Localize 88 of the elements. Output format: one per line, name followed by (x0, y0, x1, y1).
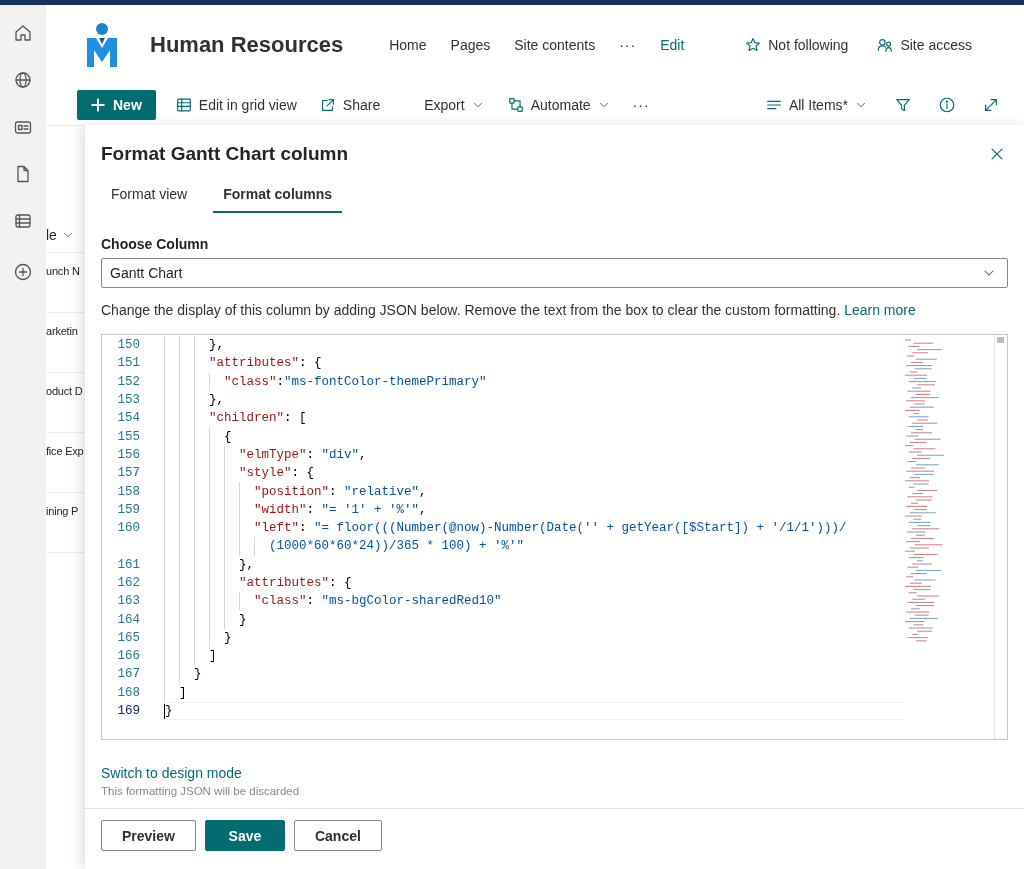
site-logo[interactable] (84, 22, 120, 68)
column-header[interactable]: le (46, 227, 57, 243)
design-mode-link[interactable]: Switch to design mode (101, 765, 1008, 781)
code-line: "left": "= floor(((Number(@now)-Number(Date('' + getYear([$Start]) + '/1/1')))/ (164, 518, 904, 538)
code-line: "attributes": { (164, 354, 904, 373)
more-button[interactable]: ··· (632, 90, 650, 120)
line-number: 155 (116, 429, 140, 444)
code-line: } (164, 665, 904, 684)
add-icon[interactable] (13, 262, 33, 282)
line-number: 153 (116, 393, 140, 408)
home-icon[interactable] (13, 23, 33, 43)
code-line: }, (164, 555, 904, 574)
description-text: Change the display of this column by adding JSON below. Remove the text from the box to clear the custom formatting. Learn more (101, 301, 917, 319)
new-button[interactable]: New (77, 90, 156, 120)
line-number: 161 (116, 557, 140, 572)
line-number: 163 (116, 594, 140, 609)
list-item-title: oduct D (46, 385, 83, 397)
people-icon (876, 36, 895, 54)
nav-link[interactable]: Edit (660, 37, 685, 53)
line-number: 166 (116, 649, 140, 664)
line-number: 164 (116, 612, 140, 627)
automate-button[interactable]: Automate (506, 90, 611, 120)
code-line: }, (164, 390, 904, 410)
nav-link[interactable]: Site contents (514, 37, 596, 53)
discard-note: This formatting JSON will be discarded (101, 785, 301, 797)
code-line: "children": [ (164, 409, 904, 428)
code-line: ] (164, 683, 904, 702)
code-line: { (164, 427, 904, 446)
code-line: ] (164, 647, 904, 666)
nav-link[interactable]: Pages (450, 37, 491, 53)
share-button[interactable]: Share (318, 90, 381, 120)
grid-icon (174, 96, 193, 114)
footer-button[interactable]: Save (204, 820, 285, 851)
list-item-title: unch N (46, 265, 80, 277)
list-icon[interactable] (13, 211, 33, 231)
code-line: }, (164, 336, 904, 355)
export-button[interactable]: Export (424, 90, 485, 120)
line-number: 165 (116, 630, 140, 645)
info-icon (938, 96, 956, 114)
site-title: Human Resources (150, 32, 344, 58)
filter-icon (894, 96, 912, 114)
line-number: 154 (116, 411, 140, 426)
line-number: 168 (116, 685, 140, 700)
line-number: 150 (116, 338, 140, 353)
line-number: 152 (116, 374, 140, 389)
site-access-button[interactable]: Site access (876, 36, 972, 54)
column-dropdown[interactable]: Gantt Chart (101, 258, 1008, 288)
follow-button[interactable]: Not following (744, 36, 849, 54)
code-line: "attributes": { (164, 573, 904, 593)
plus-icon (89, 96, 107, 114)
tab[interactable]: Format columns (213, 180, 343, 213)
line-number: 158 (116, 484, 140, 499)
code-line: } (164, 610, 904, 629)
code-line: } (164, 628, 904, 648)
code-line: "position": "relative", (164, 482, 904, 501)
panel-title: Format Gantt Chart column (101, 143, 348, 165)
code-line: "class": "ms-bgColor-sharedRed10" (164, 592, 904, 611)
code-line: "elmType": "div", (164, 445, 904, 465)
code-line: } (164, 701, 904, 721)
line-number: 159 (116, 502, 140, 517)
list-item-title: fice Exp (46, 445, 84, 457)
flow-icon (506, 96, 525, 114)
line-number: 162 (116, 576, 140, 590)
view-selector[interactable]: All Items* (764, 90, 868, 120)
code-line: "width": "= '1' + '%'", (164, 500, 904, 519)
line-number: 160 (116, 521, 140, 536)
expand-icon (982, 96, 1000, 114)
footer-button[interactable]: Preview (101, 820, 196, 851)
edit-grid-button[interactable]: Edit in grid view (174, 90, 297, 120)
line-number: 151 (116, 356, 140, 371)
line-number: 157 (116, 466, 140, 481)
code-line: (1000*60*60*24))/365 * 100) + '%'" (164, 537, 904, 556)
star-icon (744, 36, 763, 54)
field-label: Choose Column (101, 236, 210, 252)
nav-link[interactable]: Home (389, 37, 427, 53)
line-number: 167 (116, 667, 140, 682)
line-number: 169 (116, 704, 140, 719)
scrollbar[interactable] (994, 335, 1007, 739)
code-line: "style": { (164, 464, 904, 483)
globe-icon[interactable] (13, 70, 33, 90)
tab[interactable]: Format view (101, 180, 198, 213)
line-number: 156 (116, 447, 140, 462)
footer-button[interactable]: Cancel (293, 820, 382, 851)
list-item-title: arketin (46, 325, 78, 337)
learn-more-link[interactable]: Learn more (844, 302, 916, 318)
list-item-title: ining P (46, 505, 79, 517)
code-line: "class":"ms-fontColor-themePrimary" (164, 372, 904, 391)
more-link[interactable]: ··· (619, 37, 637, 53)
